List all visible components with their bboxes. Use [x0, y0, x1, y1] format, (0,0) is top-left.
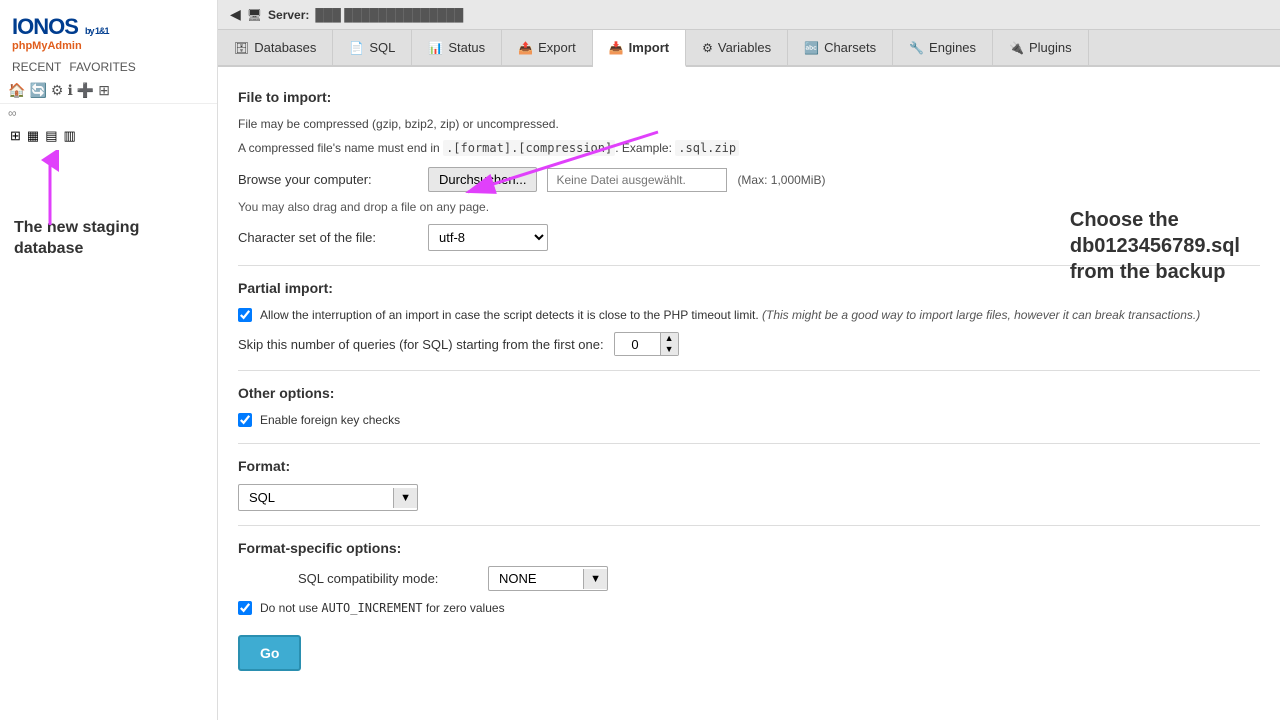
drag-drop-note: You may also drag and drop a file on any… — [238, 200, 1260, 214]
format-title: Format: — [238, 458, 1260, 474]
tab-status[interactable]: 📊 Status — [412, 30, 502, 65]
import-icon: 📥 — [609, 41, 624, 55]
tab-plugins[interactable]: 🔌 Plugins — [993, 30, 1089, 65]
file-desc-1: File may be compressed (gzip, bzip2, zip… — [238, 115, 1260, 133]
file-to-import-title: File to import: — [238, 89, 1260, 105]
import-content: Choose thedb0123456789.sqlfrom the backu… — [218, 67, 1280, 720]
charset-row: Character set of the file: utf-8 latin1 … — [238, 224, 1260, 251]
compat-mode-display: NONE — [489, 567, 583, 590]
logo-area: IONOS by 1&1 phpMyAdmin — [0, 8, 217, 56]
server-label: Server: — [268, 8, 309, 22]
allow-interrupt-label: Allow the interruption of an import in c… — [260, 306, 1200, 324]
sidebar-toolbar: 🏠 🔄 ⚙ ℹ ➕ ⊞ — [0, 78, 217, 104]
browse-button[interactable]: Durchsuchen... — [428, 167, 537, 192]
db-icon-3[interactable]: ▥ — [64, 128, 76, 144]
server-info: ███ ██████████████ — [315, 8, 463, 22]
file-desc-2: A compressed file's name must end in .[f… — [238, 139, 1260, 157]
charset-label: Character set of the file: — [238, 230, 418, 245]
main-panel: ◀ 🖥 Server: ███ ██████████████ 🗄 Databas… — [218, 0, 1280, 720]
tab-sql[interactable]: 📄 SQL — [333, 30, 412, 65]
tab-variables[interactable]: ⚙ Variables — [686, 30, 788, 65]
max-size-label: (Max: 1,000MiB) — [737, 173, 825, 187]
spin-buttons: ▲ ▼ — [660, 333, 678, 355]
compat-mode-label: SQL compatibility mode: — [298, 571, 478, 586]
compat-mode-row: SQL compatibility mode: NONE ▼ — [238, 566, 1260, 591]
favorites-link[interactable]: FAVORITES — [69, 60, 135, 74]
separator-2 — [238, 370, 1260, 371]
spin-down-button[interactable]: ▼ — [661, 344, 678, 355]
back-button[interactable]: ◀ — [230, 6, 241, 23]
compat-mode-select-wrap: NONE ▼ — [488, 566, 608, 591]
sidebar: IONOS by 1&1 phpMyAdmin RECENT FAVORITES… — [0, 0, 218, 720]
format-display: SQL — [239, 485, 393, 510]
spin-up-button[interactable]: ▲ — [661, 333, 678, 344]
export-icon: 📤 — [518, 41, 533, 55]
refresh-icon[interactable]: 🔄 — [29, 82, 46, 99]
charset-select[interactable]: utf-8 latin1 utf-16 — [428, 224, 548, 251]
allow-interrupt-checkbox[interactable] — [238, 308, 252, 322]
format-specific-title: Format-specific options: — [238, 540, 1260, 556]
separator-3 — [238, 443, 1260, 444]
status-icon: 📊 — [428, 41, 443, 55]
ionos-logo: IONOS by 1&1 — [12, 16, 109, 38]
skip-queries-input[interactable] — [615, 334, 660, 355]
db-icon-2[interactable]: ▤ — [45, 128, 57, 144]
charsets-icon: 🔤 — [804, 41, 819, 55]
db-icon-1[interactable]: ▦ — [27, 128, 39, 144]
tab-export[interactable]: 📤 Export — [502, 30, 593, 65]
browse-file-row: Browse your computer: Durchsuchen... (Ma… — [238, 167, 1260, 192]
tab-import[interactable]: 📥 Import — [593, 30, 686, 67]
separator-1 — [238, 265, 1260, 266]
annotation-up-arrow — [20, 150, 80, 230]
format-select-wrap: SQL ▼ — [238, 484, 418, 511]
tab-databases[interactable]: 🗄 Databases — [218, 30, 333, 65]
auto-increment-checkbox[interactable] — [238, 601, 252, 615]
db-expand-icon[interactable]: ⊞ — [10, 128, 21, 144]
foreign-key-label: Enable foreign key checks — [260, 411, 400, 429]
variables-icon: ⚙ — [702, 41, 713, 55]
compat-mode-arrow[interactable]: ▼ — [583, 569, 607, 589]
format-dropdown-arrow[interactable]: ▼ — [393, 488, 417, 508]
plus-icon[interactable]: ➕ — [77, 82, 94, 99]
browse-label: Browse your computer: — [238, 172, 418, 187]
skip-queries-input-wrap: ▲ ▼ — [614, 332, 679, 356]
skip-queries-label: Skip this number of queries (for SQL) st… — [238, 337, 604, 352]
other-options-title: Other options: — [238, 385, 1260, 401]
home-icon[interactable]: 🏠 — [8, 82, 25, 99]
file-name-display[interactable] — [547, 168, 727, 192]
pma-label: phpMyAdmin — [12, 40, 109, 52]
tab-engines[interactable]: 🔧 Engines — [893, 30, 993, 65]
allow-interrupt-row: Allow the interruption of an import in c… — [238, 306, 1260, 324]
separator-4 — [238, 525, 1260, 526]
db-toolbar: ⊞ ▦ ▤ ▥ — [0, 122, 217, 150]
recent-link[interactable]: RECENT — [12, 60, 61, 74]
by-label: by 1&1 — [85, 26, 109, 36]
auto-increment-label: Do not use AUTO_INCREMENT for zero value… — [260, 599, 505, 617]
foreign-key-checkbox[interactable] — [238, 413, 252, 427]
databases-icon: 🗄 — [234, 41, 249, 55]
skip-queries-row: Skip this number of queries (for SQL) st… — [238, 332, 1260, 356]
link-indicator: ∞ — [0, 104, 217, 122]
auto-increment-row: Do not use AUTO_INCREMENT for zero value… — [238, 599, 1260, 617]
plugins-icon: 🔌 — [1009, 41, 1024, 55]
foreign-key-row: Enable foreign key checks — [238, 411, 1260, 429]
tab-charsets[interactable]: 🔤 Charsets — [788, 30, 893, 65]
recent-favorites-bar: RECENT FAVORITES — [0, 56, 217, 78]
partial-import-title: Partial import: — [238, 280, 1260, 296]
info-icon[interactable]: ℹ — [67, 82, 72, 99]
top-bar: ◀ 🖥 Server: ███ ██████████████ — [218, 0, 1280, 30]
sql-icon: 📄 — [349, 41, 364, 55]
go-button[interactable]: Go — [238, 635, 301, 671]
server-icon: 🖥 — [247, 8, 262, 22]
console-icon[interactable]: ⊞ — [98, 82, 110, 99]
settings-icon[interactable]: ⚙ — [51, 82, 64, 99]
sidebar-annotation-area: The new staging database — [0, 150, 217, 712]
nav-tabs: 🗄 Databases 📄 SQL 📊 Status 📤 Export 📥 Im… — [218, 30, 1280, 67]
engines-icon: 🔧 — [909, 41, 924, 55]
